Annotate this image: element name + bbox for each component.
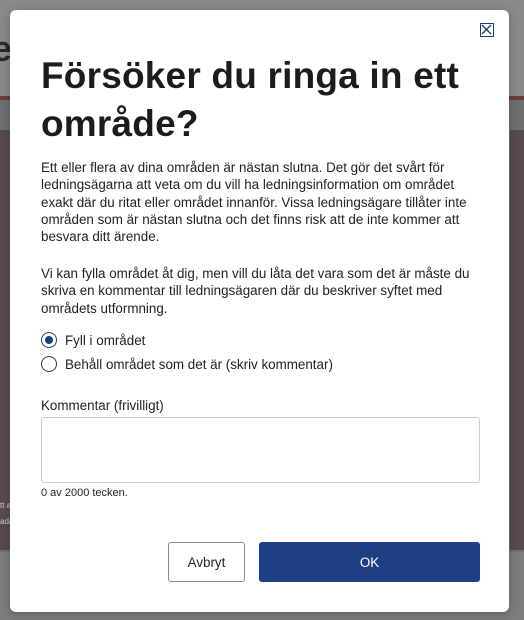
option-fill-area[interactable]: Fyll i området <box>41 330 145 350</box>
close-square-icon <box>481 24 492 35</box>
comment-label: Kommentar (frivilligt) <box>41 398 164 413</box>
dialog-title: Försöker du ringa in ett område? <box>41 55 460 144</box>
close-button[interactable] <box>480 23 494 37</box>
char-counter: 0 av 2000 tecken. <box>41 487 128 499</box>
radio-fill-area[interactable] <box>41 332 57 348</box>
dialog-paragraph-1: Ett eller flera av dina områden är nästa… <box>41 160 467 245</box>
radio-keep-area[interactable] <box>41 356 57 372</box>
background-map-edge-right <box>510 130 524 550</box>
modal-dialog: Försöker du ringa in ett område? Ett ell… <box>10 10 509 612</box>
option-keep-area[interactable]: Behåll området som det är (skriv komment… <box>41 354 333 374</box>
comment-textarea[interactable] <box>41 417 480 483</box>
option-label-fill-area: Fyll i området <box>65 332 146 348</box>
option-label-keep-area: Behåll området som det är (skriv komment… <box>65 356 333 372</box>
dialog-paragraph-2: Vi kan fylla området åt dig, men vill du… <box>41 266 470 316</box>
ok-button[interactable]: OK <box>259 542 480 582</box>
cancel-button[interactable]: Avbryt <box>168 542 245 582</box>
